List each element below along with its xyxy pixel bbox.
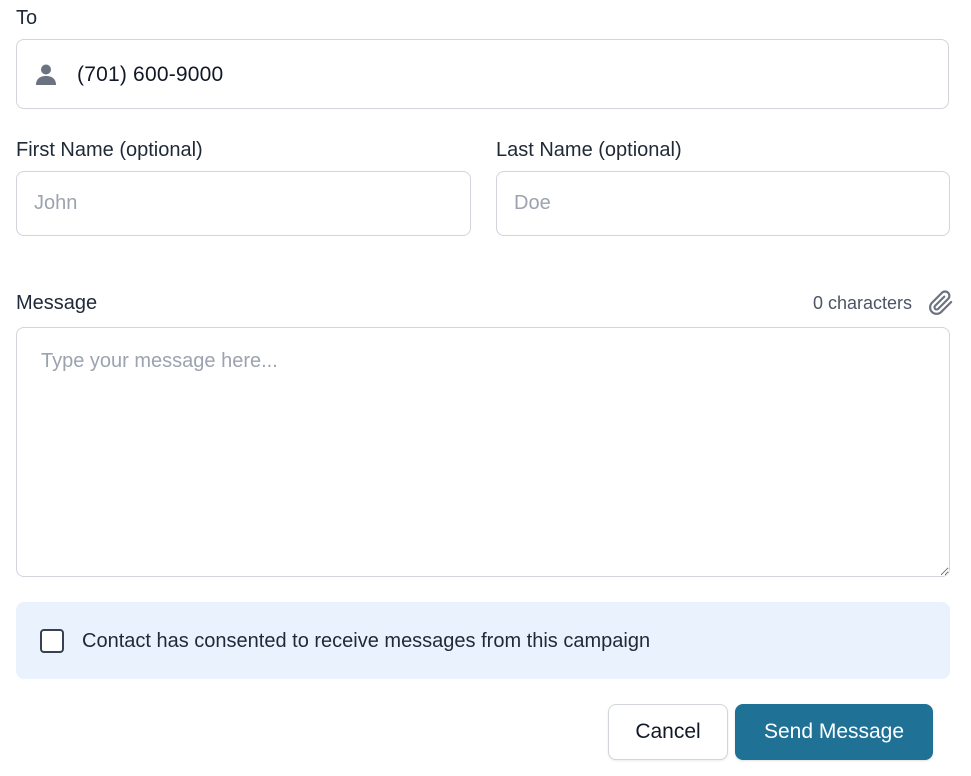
consent-label[interactable]: Contact has consented to receive message… <box>82 628 650 654</box>
message-label: Message <box>16 292 98 314</box>
message-textarea[interactable] <box>16 327 950 577</box>
to-label: To <box>16 7 38 29</box>
send-message-form: To (701) 600-9000 First Name (optional) … <box>0 0 971 776</box>
send-message-button[interactable]: Send Message <box>735 704 933 760</box>
character-count: 0 characters <box>812 293 912 313</box>
to-field[interactable]: (701) 600-9000 <box>16 39 949 109</box>
first-name-label: First Name (optional) <box>16 139 203 161</box>
person-icon <box>34 62 58 86</box>
last-name-input[interactable] <box>496 171 950 236</box>
paperclip-icon[interactable] <box>928 290 954 316</box>
to-value: (701) 600-9000 <box>77 63 224 86</box>
cancel-button[interactable]: Cancel <box>608 704 728 760</box>
consent-panel: Contact has consented to receive message… <box>16 602 950 679</box>
first-name-input[interactable] <box>16 171 471 236</box>
consent-checkbox[interactable] <box>40 629 64 653</box>
last-name-label: Last Name (optional) <box>496 139 682 161</box>
